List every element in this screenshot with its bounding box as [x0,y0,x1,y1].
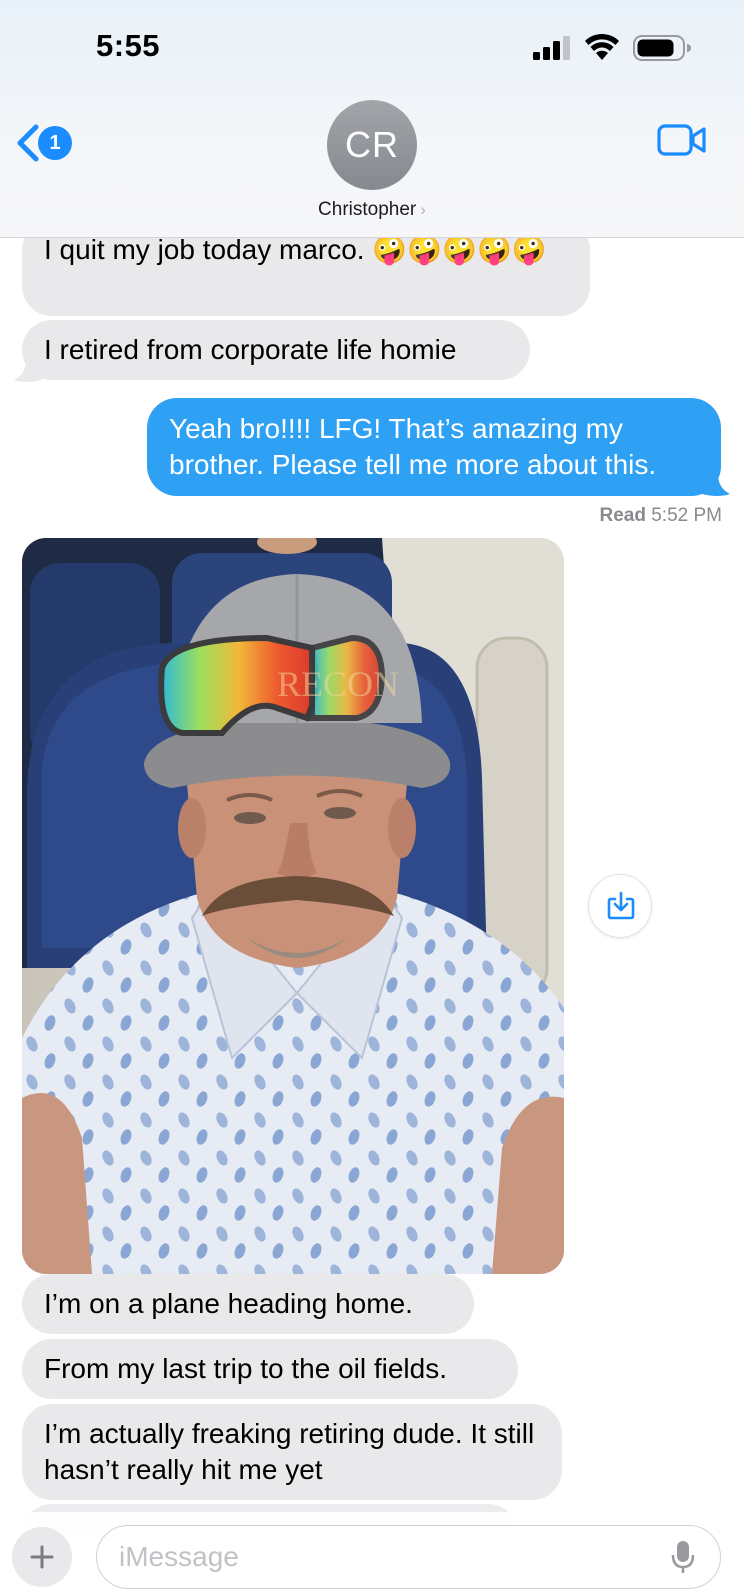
save-photo-button[interactable] [588,874,652,938]
compose-bar [0,1512,744,1596]
bubble-tail [702,474,730,496]
unread-count-badge: 1 [38,126,72,160]
chevron-left-icon [17,124,39,162]
bubble-tail [14,360,42,382]
battery-icon [633,35,691,61]
back-button[interactable]: 1 [14,120,80,166]
wifi-icon [585,33,619,60]
message-bubble-incoming[interactable]: I retired from corporate life homie [22,320,530,380]
message-bubble-incoming[interactable]: I’m on a plane heading home. [22,1274,474,1334]
contact-avatar[interactable]: CR [327,100,417,190]
message-bubble-incoming[interactable]: I’m actually freaking retiring dude. It … [22,1404,562,1500]
conversation-header: 5:55 1 CR Christopher › [0,0,744,238]
cellular-signal-icon [533,36,570,60]
video-camera-icon[interactable] [657,122,707,158]
contact-name-link[interactable]: Christopher › [0,199,744,221]
message-input[interactable] [96,1525,721,1589]
read-receipt: Read 5:52 PM [599,505,722,527]
plus-icon [30,1545,54,1569]
save-download-icon [607,891,635,920]
photo-attachment[interactable]: RECON [22,538,564,1274]
chevron-right-icon: › [420,200,426,219]
contact-name: Christopher [318,199,417,220]
read-label: Read [599,505,646,526]
read-time: 5:52 PM [651,505,722,526]
message-bubble-outgoing[interactable]: Yeah bro!!!! LFG! That’s amazing my brot… [147,398,721,496]
microphone-icon[interactable] [670,1540,696,1574]
photo-cap-text: RECON [277,664,399,704]
apps-plus-button[interactable] [12,1527,72,1587]
status-time: 5:55 [96,28,161,63]
message-bubble-incoming[interactable]: From my last trip to the oil fields. [22,1339,518,1399]
selfie-photo: RECON [22,538,564,1274]
